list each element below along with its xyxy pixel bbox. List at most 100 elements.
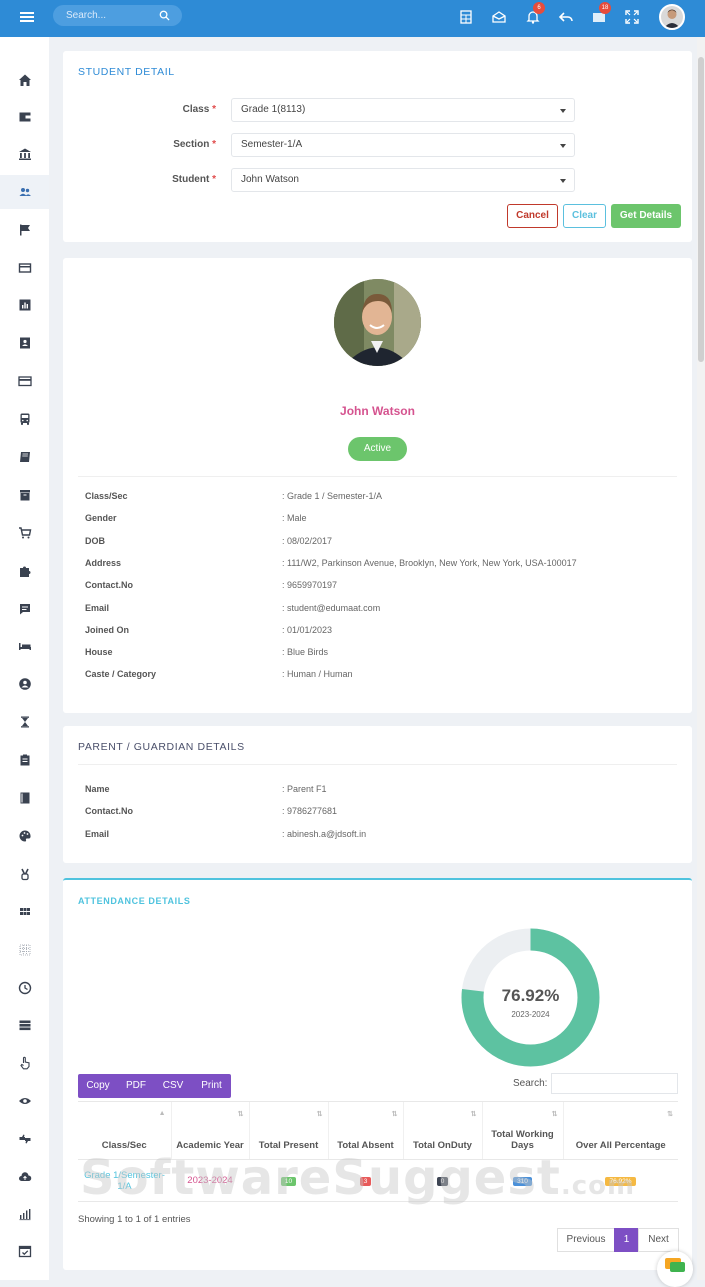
sidebar-item-students[interactable] xyxy=(0,175,49,209)
print-button[interactable]: Print xyxy=(192,1074,231,1098)
sort-icon: ⇅ xyxy=(470,1111,477,1118)
csv-button[interactable]: CSV xyxy=(154,1074,192,1098)
section-label: Section * xyxy=(173,139,216,150)
chat-widget-button[interactable] xyxy=(657,1251,693,1287)
mail-open-icon[interactable] xyxy=(491,9,507,25)
sidebar-item-activities[interactable] xyxy=(0,857,49,891)
sidebar-item-institution[interactable] xyxy=(0,137,49,171)
sidebar-item-home[interactable] xyxy=(0,63,49,97)
divider xyxy=(78,764,677,765)
sidebar-item-transport[interactable] xyxy=(0,402,49,436)
sidebar-item-store[interactable] xyxy=(0,516,49,550)
sidebar-item-inventory[interactable] xyxy=(0,478,49,512)
sidebar-item-storage[interactable] xyxy=(0,1008,49,1042)
student-photo xyxy=(334,279,421,366)
sidebar-item-analytics[interactable] xyxy=(0,1197,49,1231)
book-icon xyxy=(19,452,30,462)
credit-card-icon xyxy=(17,376,32,387)
info-key: Caste / Category xyxy=(85,669,157,680)
sidebar-item-touch[interactable] xyxy=(0,1046,49,1080)
sidebar-item-wallet[interactable] xyxy=(0,100,49,134)
watermark: SoftwareSuggest.com xyxy=(80,1150,636,1206)
sidebar-item-payments[interactable] xyxy=(0,251,49,285)
scrollbar-thumb[interactable] xyxy=(698,57,704,362)
sidebar-item-modules[interactable] xyxy=(0,895,49,929)
fullscreen-icon[interactable] xyxy=(624,9,640,25)
info-value: : 01/01/2023 xyxy=(282,624,333,635)
divider xyxy=(78,476,677,477)
sort-icon: ⇅ xyxy=(316,1111,323,1118)
student-profile-card: John Watson Active Class/Sec: Grade 1 / … xyxy=(63,258,692,713)
info-value: : 9786277681 xyxy=(282,806,338,817)
get-details-button[interactable]: Get Details xyxy=(611,204,681,228)
sidebar-item-feedback[interactable] xyxy=(0,1122,49,1156)
eye-icon xyxy=(18,1098,31,1104)
info-value: : 111/W2, Parkinson Avenue, Brooklyn, Ne… xyxy=(282,557,577,568)
class-label: Class * xyxy=(182,104,216,115)
notification-button[interactable]: 6 xyxy=(525,2,545,25)
info-value: : student@edumaat.com xyxy=(282,602,381,613)
server-icon xyxy=(19,1020,30,1031)
clear-button[interactable]: Clear xyxy=(563,204,606,228)
messages-button[interactable]: 18 xyxy=(591,2,611,25)
sidebar-item-visibility[interactable] xyxy=(0,1084,49,1118)
sidebar-item-cloud[interactable] xyxy=(0,1160,49,1194)
page-1-button[interactable]: 1 xyxy=(614,1228,639,1252)
sidebar-item-themes[interactable] xyxy=(0,819,49,853)
clipboard-icon xyxy=(20,754,29,766)
bus-icon xyxy=(20,413,29,425)
info-key: Class/Sec xyxy=(85,491,128,501)
notification-badge: 6 xyxy=(533,2,545,14)
reply-icon[interactable] xyxy=(558,9,574,25)
sidebar-item-exams[interactable] xyxy=(0,781,49,815)
sidebar-item-hostel[interactable] xyxy=(0,629,49,663)
sidebar-item-apps[interactable] xyxy=(0,933,49,967)
sidebar-item-assignments[interactable] xyxy=(0,743,49,777)
info-row: DOB: 08/02/2017 xyxy=(85,536,675,548)
calculator-icon[interactable] xyxy=(458,9,474,25)
sidebar-item-profile[interactable] xyxy=(0,667,49,701)
class-select[interactable]: Grade 1(8113) xyxy=(231,98,575,122)
chat-icon xyxy=(19,604,30,615)
sidebar-item-billing[interactable] xyxy=(0,364,49,398)
thumbs-icon xyxy=(19,1134,30,1144)
info-key: Name xyxy=(85,784,110,794)
sidebar-item-timetable[interactable] xyxy=(0,705,49,739)
sidebar-item-contacts[interactable] xyxy=(0,326,49,360)
sidebar-item-messages[interactable] xyxy=(0,592,49,626)
pdf-button[interactable]: PDF xyxy=(118,1074,154,1098)
info-row: Caste / Category: Human / Human xyxy=(85,669,675,681)
search-input[interactable]: Search... xyxy=(53,5,182,26)
puzzle-icon xyxy=(19,566,30,577)
info-row: Contact.No: 9786277681 xyxy=(85,806,675,818)
contact-card-icon xyxy=(19,337,30,349)
sidebar-item-extensions[interactable] xyxy=(0,554,49,588)
sidebar-item-history[interactable] xyxy=(0,971,49,1005)
user-avatar[interactable] xyxy=(659,4,685,30)
next-page-button[interactable]: Next xyxy=(638,1228,679,1252)
previous-page-button[interactable]: Previous xyxy=(557,1228,615,1252)
info-row: Class/Sec: Grade 1 / Semester-1/A xyxy=(85,491,675,503)
table-info: Showing 1 to 1 of 1 entries xyxy=(78,1214,191,1225)
card-icon xyxy=(18,263,31,273)
menu-toggle-icon[interactable] xyxy=(20,10,34,24)
section-select[interactable]: Semester-1/A xyxy=(231,133,575,157)
student-select[interactable]: John Watson xyxy=(231,168,575,192)
info-value: : Male xyxy=(282,513,307,524)
student-detail-title: STUDENT DETAIL xyxy=(78,66,175,78)
sidebar-item-reports[interactable] xyxy=(0,288,49,322)
info-key: Email xyxy=(85,828,110,839)
page-scrollbar[interactable] xyxy=(697,37,705,1280)
pagination: Previous 1 Next xyxy=(557,1228,679,1252)
sidebar-item-library[interactable] xyxy=(0,440,49,474)
users-icon xyxy=(19,188,31,196)
copy-button[interactable]: Copy xyxy=(78,1074,118,1098)
table-search-input[interactable] xyxy=(551,1073,678,1094)
sidebar-item-flag[interactable] xyxy=(0,213,49,247)
cancel-button[interactable]: Cancel xyxy=(507,204,558,228)
section-select-value: Semester-1/A xyxy=(241,139,303,150)
grid-icon xyxy=(19,908,30,915)
export-buttons: Copy PDF CSV Print xyxy=(78,1074,231,1098)
sidebar-item-calendar[interactable] xyxy=(0,1234,49,1268)
notebook-icon xyxy=(20,792,29,804)
